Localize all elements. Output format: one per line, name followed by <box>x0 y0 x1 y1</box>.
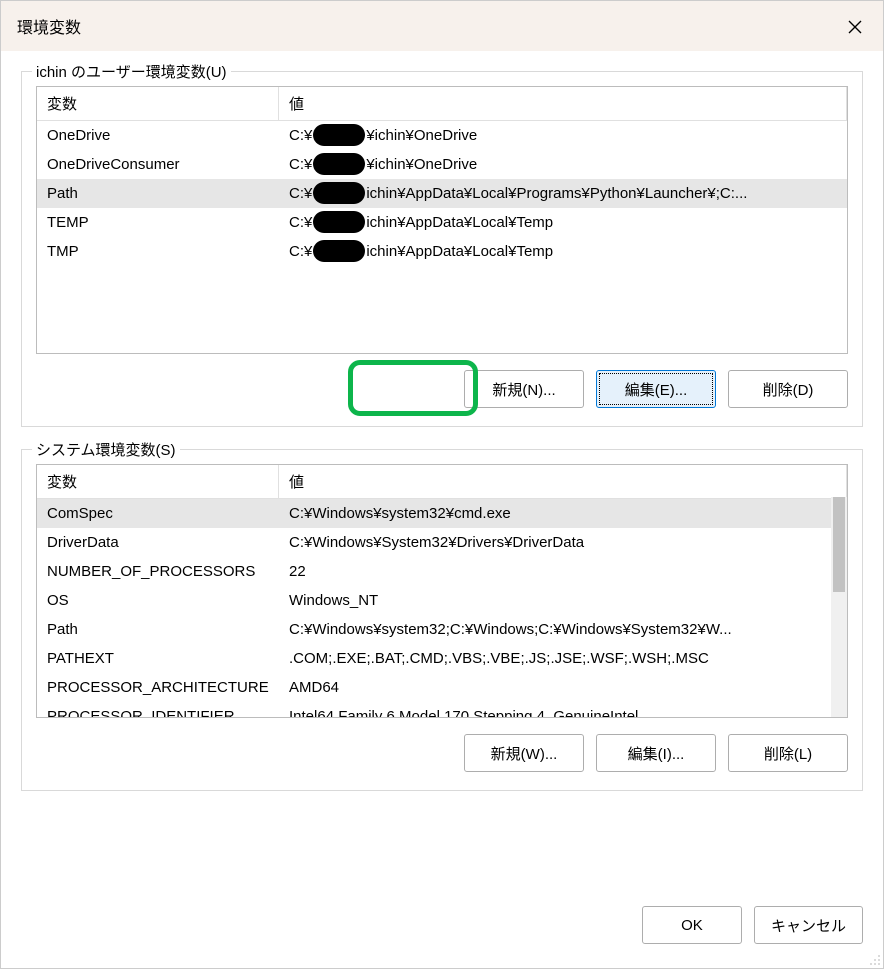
redacted-blob <box>313 153 365 175</box>
table-row[interactable]: DriverDataC:¥Windows¥System32¥Drivers¥Dr… <box>37 528 847 557</box>
system-edit-button[interactable]: 編集(I)... <box>596 734 716 772</box>
var-value-cell: C:¥Windows¥system32¥cmd.exe <box>279 502 847 525</box>
table-row[interactable]: PathC:¥ichin¥AppData¥Local¥Programs¥Pyth… <box>37 179 847 208</box>
user-delete-button[interactable]: 削除(D) <box>728 370 848 408</box>
redacted-blob <box>313 240 365 262</box>
scrollbar[interactable] <box>831 497 847 717</box>
dialog-content: ichin のユーザー環境変数(U) 変数 値 OneDriveC:¥¥ichi… <box>1 51 883 896</box>
table-row[interactable]: OSWindows_NT <box>37 586 847 615</box>
user-new-button[interactable]: 新規(N)... <box>464 370 584 408</box>
table-row[interactable]: TMPC:¥ichin¥AppData¥Local¥Temp <box>37 237 847 266</box>
close-button[interactable] <box>841 13 869 41</box>
var-value-cell: C:¥¥ichin¥OneDrive <box>279 122 847 150</box>
col-header-value[interactable]: 値 <box>279 465 847 498</box>
var-name-cell: NUMBER_OF_PROCESSORS <box>37 560 279 583</box>
cancel-button[interactable]: キャンセル <box>754 906 863 944</box>
system-vars-list[interactable]: 変数 値 ComSpecC:¥Windows¥system32¥cmd.exeD… <box>36 464 848 718</box>
dialog-footer: OK キャンセル <box>1 896 883 968</box>
ok-button[interactable]: OK <box>642 906 742 944</box>
redacted-blob <box>313 211 365 233</box>
table-row[interactable]: PROCESSOR_IDENTIFIERIntel64 Family 6 Mod… <box>37 702 847 718</box>
var-value-cell: .COM;.EXE;.BAT;.CMD;.VBS;.VBE;.JS;.JSE;.… <box>279 647 847 670</box>
var-value-cell: C:¥Windows¥System32¥Drivers¥DriverData <box>279 531 847 554</box>
redacted-blob <box>313 182 365 204</box>
table-row[interactable]: NUMBER_OF_PROCESSORS22 <box>37 557 847 586</box>
close-icon <box>847 19 863 35</box>
scrollbar-thumb[interactable] <box>833 497 845 592</box>
table-row[interactable]: PathC:¥Windows¥system32;C:¥Windows;C:¥Wi… <box>37 615 847 644</box>
user-list-header: 変数 値 <box>37 87 847 121</box>
col-header-name[interactable]: 変数 <box>37 87 279 120</box>
var-value-cell: Windows_NT <box>279 589 847 612</box>
table-row[interactable]: OneDriveC:¥¥ichin¥OneDrive <box>37 121 847 150</box>
var-value-cell: C:¥ichin¥AppData¥Local¥Programs¥Python¥L… <box>279 180 847 208</box>
var-name-cell: TMP <box>37 240 279 263</box>
table-row[interactable]: OneDriveConsumerC:¥¥ichin¥OneDrive <box>37 150 847 179</box>
titlebar: 環境変数 <box>1 1 883 51</box>
highlight-annotation <box>348 360 478 416</box>
user-vars-group: ichin のユーザー環境変数(U) 変数 値 OneDriveC:¥¥ichi… <box>21 71 863 427</box>
user-list-body: OneDriveC:¥¥ichin¥OneDriveOneDriveConsum… <box>37 121 847 354</box>
var-value-cell: C:¥ichin¥AppData¥Local¥Temp <box>279 209 847 237</box>
dialog-title: 環境変数 <box>17 14 81 38</box>
var-name-cell: Path <box>37 182 279 205</box>
redacted-blob <box>313 124 365 146</box>
user-vars-list[interactable]: 変数 値 OneDriveC:¥¥ichin¥OneDriveOneDriveC… <box>36 86 848 354</box>
var-name-cell: TEMP <box>37 211 279 234</box>
var-name-cell: Path <box>37 618 279 641</box>
col-header-name[interactable]: 変数 <box>37 465 279 498</box>
var-name-cell: OS <box>37 589 279 612</box>
var-value-cell: C:¥Windows¥system32;C:¥Windows;C:¥Window… <box>279 618 847 641</box>
system-vars-label: システム環境変数(S) <box>32 439 180 460</box>
table-row[interactable]: ComSpecC:¥Windows¥system32¥cmd.exe <box>37 499 847 528</box>
var-name-cell: OneDrive <box>37 124 279 147</box>
var-name-cell: PROCESSOR_ARCHITECTURE <box>37 676 279 699</box>
system-list-header: 変数 値 <box>37 465 847 499</box>
resize-grip-icon[interactable] <box>867 952 881 966</box>
var-name-cell: ComSpec <box>37 502 279 525</box>
var-value-cell: AMD64 <box>279 676 847 699</box>
table-row[interactable]: PROCESSOR_ARCHITECTUREAMD64 <box>37 673 847 702</box>
var-name-cell: PROCESSOR_IDENTIFIER <box>37 705 279 718</box>
var-value-cell: Intel64 Family 6 Model 170 Stepping 4, G… <box>279 705 847 718</box>
var-value-cell: C:¥ichin¥AppData¥Local¥Temp <box>279 238 847 266</box>
user-vars-label: ichin のユーザー環境変数(U) <box>32 61 231 82</box>
system-buttons-row: 新規(W)... 編集(I)... 削除(L) <box>36 734 848 772</box>
var-name-cell: DriverData <box>37 531 279 554</box>
var-value-cell: C:¥¥ichin¥OneDrive <box>279 151 847 179</box>
system-new-button[interactable]: 新規(W)... <box>464 734 584 772</box>
var-value-cell: 22 <box>279 560 847 583</box>
user-edit-button[interactable]: 編集(E)... <box>596 370 716 408</box>
var-name-cell: PATHEXT <box>37 647 279 670</box>
system-delete-button[interactable]: 削除(L) <box>728 734 848 772</box>
col-header-value[interactable]: 値 <box>279 87 847 120</box>
table-row[interactable]: PATHEXT.COM;.EXE;.BAT;.CMD;.VBS;.VBE;.JS… <box>37 644 847 673</box>
user-buttons-row: 新規(N)... 編集(E)... 削除(D) <box>36 370 848 408</box>
var-name-cell: OneDriveConsumer <box>37 153 279 176</box>
system-list-body: ComSpecC:¥Windows¥system32¥cmd.exeDriver… <box>37 499 847 718</box>
table-row[interactable]: TEMPC:¥ichin¥AppData¥Local¥Temp <box>37 208 847 237</box>
system-vars-group: システム環境変数(S) 変数 値 ComSpecC:¥Windows¥syste… <box>21 449 863 791</box>
env-vars-dialog: 環境変数 ichin のユーザー環境変数(U) 変数 値 OneDriveC:¥… <box>0 0 884 969</box>
